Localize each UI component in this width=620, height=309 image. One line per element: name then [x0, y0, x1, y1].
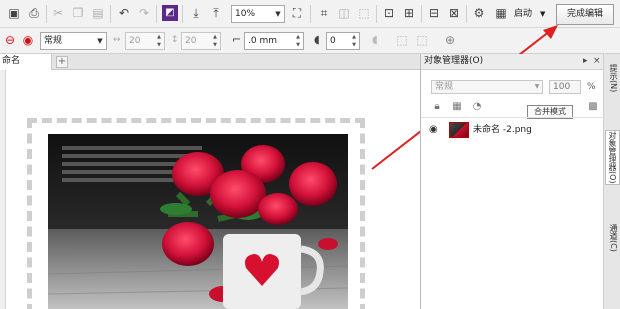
layer-thumbnail [449, 122, 469, 138]
panel-title: 对象管理器(O) [424, 56, 484, 66]
opacity-field[interactable]: 100 [549, 80, 581, 94]
panel-header: 对象管理器(O) ▸ × [421, 54, 604, 70]
chevron-down-icon: ▼ [534, 83, 540, 90]
layer-name: 未命名 -2.png [473, 125, 532, 135]
object-manager-panel: 对象管理器(O) ▸ × 常规 ▼ 100 % 🔒︎ ▦ ◔ ▩ 合并模式 ◉ … [420, 54, 604, 309]
percent-label: % [587, 82, 596, 92]
eye-icon[interactable]: ◉ [429, 124, 438, 136]
divider [421, 117, 604, 118]
opacity-value: 100 [553, 82, 571, 92]
blend-mode-value: 常规 [435, 82, 454, 92]
docker-tabs: 提示(N) 对象管理器(O) 通道(C) [603, 54, 620, 309]
layer-row[interactable]: ◉ 未命名 -2.png [421, 121, 604, 139]
tab-hints[interactable]: 提示(N) [605, 64, 620, 92]
close-icon[interactable]: × [593, 54, 601, 69]
lock-icon[interactable]: 🔒︎ [431, 101, 443, 113]
checkerboard-icon[interactable]: ▩ [587, 101, 599, 113]
tab-channels[interactable]: 通道(C) [605, 224, 620, 252]
panel-menu-icon[interactable]: ▸ [583, 54, 588, 69]
combine-icon[interactable]: ◔ [471, 101, 483, 113]
group-icon[interactable]: ▦ [451, 101, 463, 113]
blend-mode-select[interactable]: 常规 ▼ [431, 80, 543, 94]
tab-object-manager[interactable]: 对象管理器(O) [605, 130, 620, 185]
